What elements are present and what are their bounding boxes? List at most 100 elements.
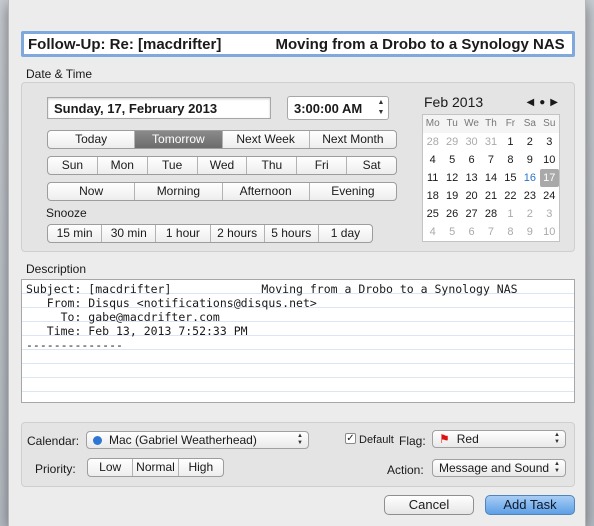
calendar-day[interactable]: 9: [520, 151, 539, 169]
calendar-day[interactable]: 2: [520, 205, 539, 223]
next-month-icon[interactable]: ▶: [550, 97, 558, 108]
calendar-day[interactable]: 27: [462, 205, 481, 223]
calendar-day[interactable]: 2: [520, 133, 539, 151]
description-line: From: Disqus <notifications@disqus.net>: [26, 296, 317, 310]
calendar-day[interactable]: 25: [423, 205, 442, 223]
weekday-button[interactable]: Sun: [48, 157, 97, 174]
action-popup[interactable]: Message and Sound ▲ ▼: [432, 459, 566, 477]
current-month-icon[interactable]: ●: [539, 97, 545, 108]
calendar-day[interactable]: 28: [423, 133, 442, 151]
next-month-button[interactable]: Next Month: [308, 131, 396, 148]
calendar-day[interactable]: 6: [462, 151, 481, 169]
weekday-segment: Sun Mon Tue Wed Thu Fri Sat: [47, 156, 397, 175]
cancel-button[interactable]: Cancel: [384, 495, 474, 515]
snooze-1hour-button[interactable]: 1 hour: [155, 225, 209, 242]
morning-button[interactable]: Morning: [134, 183, 221, 200]
priority-normal-button[interactable]: Normal: [132, 459, 177, 476]
calendar-day[interactable]: 28: [481, 205, 500, 223]
mini-calendar: Feb 2013 ◀ ● ▶ Mo Tu We Th Fr Sa Su 28 29 30 31 1 2 3…: [422, 93, 560, 243]
date-field[interactable]: Sunday, 17, February 2013: [47, 97, 271, 119]
red-flag-icon: ⚑: [439, 432, 450, 446]
snooze-5hours-button[interactable]: 5 hours: [263, 225, 318, 242]
day-of-week-label: Tu: [442, 115, 462, 133]
calendar-day[interactable]: 14: [481, 169, 500, 187]
calendar-day[interactable]: 16: [520, 169, 539, 187]
calendar-day[interactable]: 9: [520, 223, 539, 241]
description-textarea[interactable]: Subject: [macdrifter] Moving from a Drob…: [21, 279, 575, 403]
calendar-day[interactable]: 5: [442, 151, 461, 169]
calendar-day[interactable]: 18: [423, 187, 442, 205]
weekday-button[interactable]: Tue: [146, 157, 197, 174]
flag-popup[interactable]: ⚑ Red ▲ ▼: [432, 430, 566, 448]
time-stepper[interactable]: ▲ ▼: [376, 99, 386, 117]
calendar-day[interactable]: 4: [423, 151, 442, 169]
relative-day-segment: Today Tomorrow Next Week Next Month: [47, 130, 397, 149]
calendar-day[interactable]: 4: [423, 223, 442, 241]
time-field[interactable]: 3:00:00 AM ▲ ▼: [287, 96, 389, 120]
calendar-popup[interactable]: Mac (Gabriel Weatherhead) ▲ ▼: [86, 431, 309, 449]
priority-low-button[interactable]: Low: [88, 459, 132, 476]
stepper-up-icon[interactable]: ▲: [378, 99, 385, 107]
add-task-button[interactable]: Add Task: [485, 495, 575, 515]
snooze-1day-button[interactable]: 1 day: [317, 225, 372, 242]
calendar-day[interactable]: 6: [462, 223, 481, 241]
calendar-day[interactable]: 30: [462, 133, 481, 151]
weekday-button[interactable]: Thu: [246, 157, 296, 174]
calendar-day[interactable]: 12: [442, 169, 461, 187]
calendar-day[interactable]: 5: [442, 223, 461, 241]
tomorrow-button[interactable]: Tomorrow: [134, 131, 222, 148]
afternoon-button[interactable]: Afternoon: [221, 183, 309, 200]
calendar-day[interactable]: 7: [481, 151, 500, 169]
snooze-2hours-button[interactable]: 2 hours: [209, 225, 264, 242]
next-week-button[interactable]: Next Week: [221, 131, 309, 148]
today-button[interactable]: Today: [48, 131, 134, 148]
calendar-day[interactable]: 8: [501, 223, 520, 241]
day-of-week-label: Th: [481, 115, 501, 133]
calendar-day[interactable]: 26: [442, 205, 461, 223]
calendar-select-label: Calendar:: [27, 434, 80, 448]
calendar-day[interactable]: 13: [462, 169, 481, 187]
evening-button[interactable]: Evening: [308, 183, 396, 200]
weekday-button[interactable]: Wed: [196, 157, 247, 174]
snooze-15min-button[interactable]: 15 min: [48, 225, 101, 242]
calendar-day[interactable]: 8: [501, 151, 520, 169]
calendar-day[interactable]: 7: [481, 223, 500, 241]
calendar-day[interactable]: 17: [539, 169, 559, 187]
calendar-day[interactable]: 23: [520, 187, 539, 205]
day-of-week-label: Mo: [423, 115, 443, 133]
previous-month-icon[interactable]: ◀: [527, 97, 535, 108]
snooze-30min-button[interactable]: 30 min: [101, 225, 155, 242]
task-title-field[interactable]: Follow-Up: Re: [macdrifter] Moving from …: [21, 31, 575, 57]
calendar-day[interactable]: 24: [540, 187, 559, 205]
default-checkbox[interactable]: ✓: [345, 433, 356, 444]
description-label: Description: [26, 262, 87, 276]
stepper-down-icon[interactable]: ▼: [378, 109, 385, 117]
calendar-day[interactable]: 11: [423, 169, 442, 187]
priority-high-button[interactable]: High: [177, 459, 223, 476]
calendar-day[interactable]: 31: [481, 133, 500, 151]
calendar-day[interactable]: 10: [540, 151, 559, 169]
now-button[interactable]: Now: [48, 183, 134, 200]
day-of-week-label: Sa: [520, 115, 540, 133]
calendar-day[interactable]: 15: [501, 169, 520, 187]
weekday-button[interactable]: Mon: [96, 157, 147, 174]
popup-arrows-icon: ▲ ▼: [554, 432, 560, 445]
weekday-button[interactable]: Sat: [346, 157, 396, 174]
calendar-day[interactable]: 10: [540, 223, 559, 241]
calendar-day[interactable]: 19: [442, 187, 461, 205]
calendar-day[interactable]: 1: [501, 133, 520, 151]
date-time-label: Date & Time: [26, 67, 93, 81]
calendar-day[interactable]: 3: [540, 133, 559, 151]
calendar-day[interactable]: 22: [501, 187, 520, 205]
calendar-day[interactable]: 20: [462, 187, 481, 205]
calendar-day[interactable]: 29: [442, 133, 461, 151]
flag-popup-value: Red: [456, 432, 479, 446]
calendar-day[interactable]: 21: [481, 187, 500, 205]
time-of-day-segment: Now Morning Afternoon Evening: [47, 182, 397, 201]
description-line: Subject: [macdrifter] Moving from a Drob…: [26, 282, 518, 296]
weekday-button[interactable]: Fri: [296, 157, 346, 174]
calendar-day[interactable]: 1: [501, 205, 520, 223]
calendar-popup-value: Mac (Gabriel Weatherhead): [109, 433, 257, 447]
description-line: --------------: [26, 338, 123, 352]
calendar-day[interactable]: 3: [540, 205, 559, 223]
